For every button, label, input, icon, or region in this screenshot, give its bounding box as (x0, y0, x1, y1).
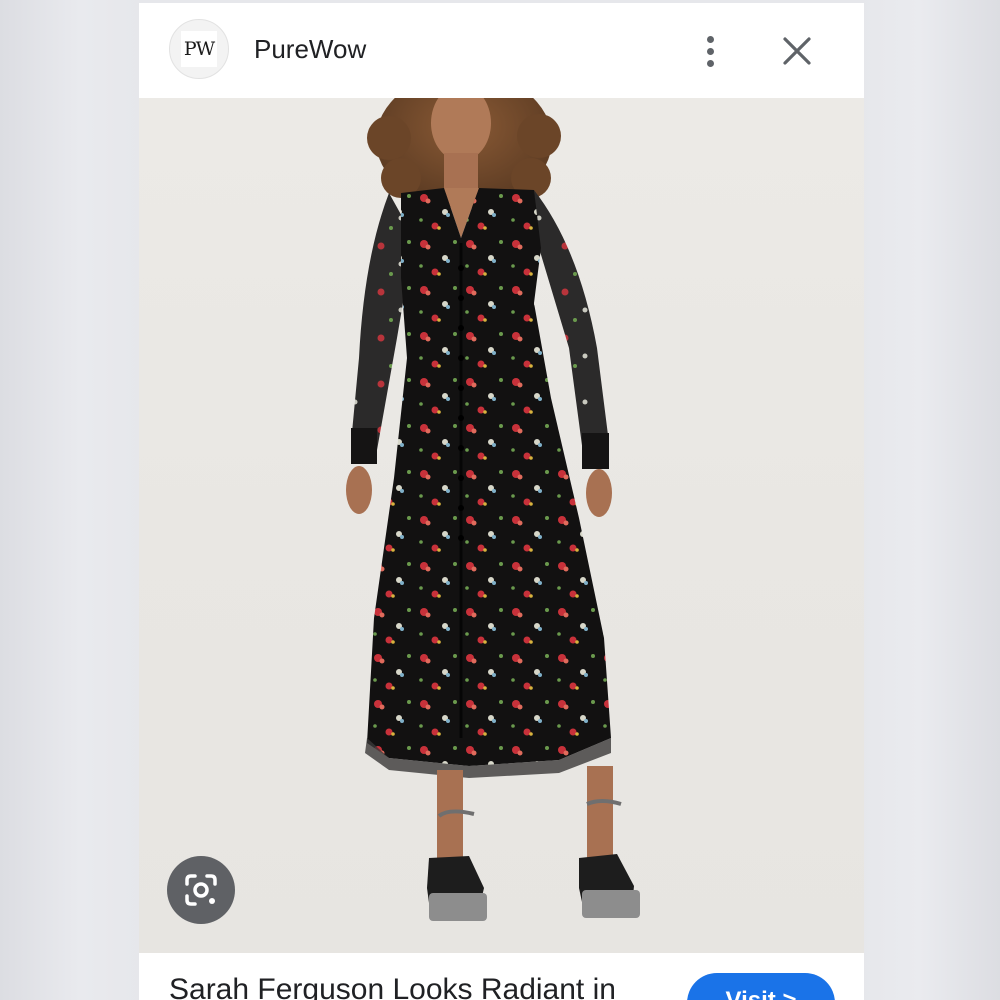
source-logo: PW (181, 31, 217, 67)
main-image[interactable] (139, 98, 864, 953)
page-title[interactable]: Sarah Ferguson Looks Radiant in (169, 973, 616, 1000)
dress-photo (346, 98, 640, 921)
viewer-header: PW PureWow (139, 3, 864, 98)
source-name[interactable]: PureWow (254, 34, 366, 65)
more-vert-icon-dot (706, 47, 714, 55)
visit-button[interactable]: Visit > (687, 973, 835, 1000)
image-viewer-card: PW PureWow Sarah Ferguson Looks Radiant … (139, 3, 864, 1000)
image-info-footer: Sarah Ferguson Looks Radiant in Visit > (139, 953, 864, 1000)
close-button[interactable] (777, 31, 817, 71)
google-lens-icon (185, 874, 217, 906)
lens-search-button[interactable] (167, 856, 235, 924)
more-vert-icon-dot (706, 59, 714, 67)
more-vert-icon (706, 35, 714, 43)
source-avatar[interactable]: PW (169, 19, 229, 79)
close-icon (783, 37, 811, 65)
more-options-button[interactable] (691, 29, 729, 73)
